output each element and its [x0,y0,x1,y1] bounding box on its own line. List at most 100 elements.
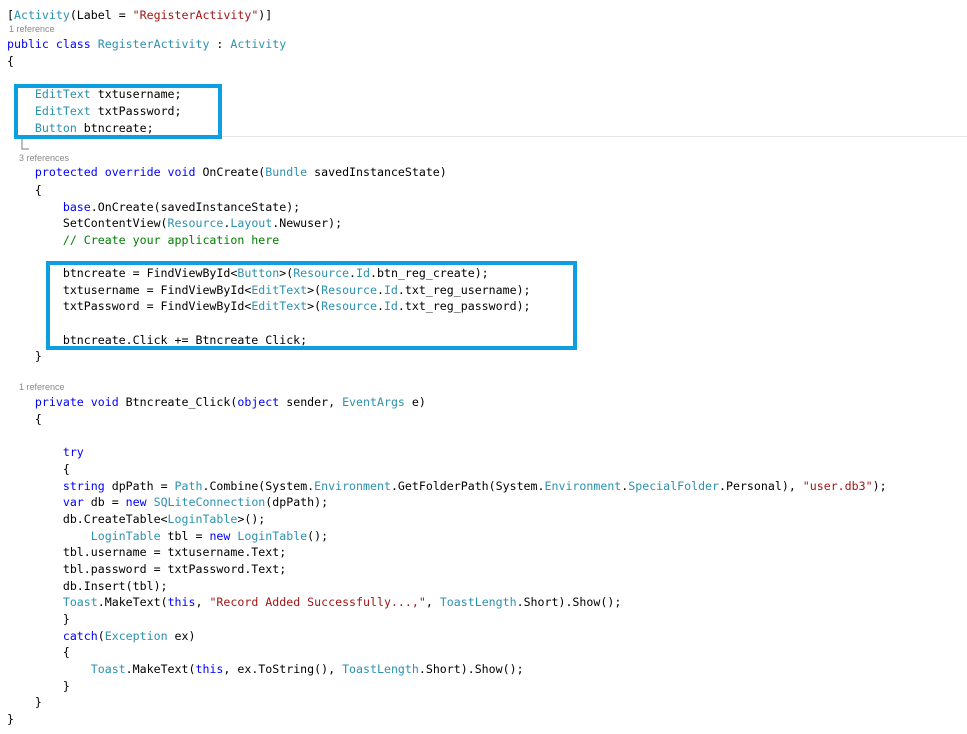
code-line: tbl.username = txtusername.Text; [7,544,286,561]
code-token: SQLiteConnection [154,495,266,509]
code-line: string dpPath = Path.Combine(System.Envi… [7,478,887,495]
code-token: .GetFolderPath(System. [391,479,545,493]
code-token: } [7,349,42,363]
code-line: Toast.MakeText(this, ex.ToString(), Toas… [7,661,524,678]
code-line: { [7,644,70,661]
code-token: this [168,595,196,609]
code-token: .Newuser); [272,216,342,230]
code-token: } [7,695,42,709]
code-token: LoginTable [168,512,238,526]
code-token: Environment [314,479,391,493]
code-token: Layout [230,216,272,230]
code-token: Activity [14,8,70,22]
code-token: tbl.username = txtusername.Text; [7,545,286,559]
code-line: { [7,53,14,70]
code-token: (dpPath); [265,495,328,509]
code-token: "user.db3" [803,479,873,493]
code-token: LoginTable [237,529,307,543]
reference-count-lens: 1 reference [9,382,65,393]
code-line: LoginTable tbl = new LoginTable(); [7,528,328,545]
code-token: private void [7,395,126,409]
code-token: EventArgs [342,395,405,409]
field-declarations-highlight [14,84,222,139]
code-token: sender, [279,395,342,409]
code-token: } [7,712,14,726]
code-token: public class [7,37,98,51]
code-token: { [7,54,14,68]
code-line: public class RegisterActivity : Activity [7,36,286,53]
code-token: , [426,595,440,609]
code-token: SetContentView( [7,216,168,230]
code-token: ); [873,479,887,493]
code-line: try [7,444,84,461]
code-line: } [7,694,42,711]
code-line: SetContentView(Resource.Layout.Newuser); [7,215,342,232]
reference-count-lens: 3 references [9,153,69,164]
code-line: // Create your application here [7,232,279,249]
code-line: { [7,182,42,199]
code-line: [Activity(Label = "RegisterActivity")] [7,7,272,24]
code-token: db.CreateTable< [7,512,168,526]
code-line: } [7,711,14,728]
code-token: object [237,395,279,409]
collapse-guide-icon [21,139,30,151]
code-token: { [7,183,42,197]
code-token: .MakeText( [98,595,168,609]
code-line: base.OnCreate(savedInstanceState); [7,199,300,216]
code-token: RegisterActivity [98,37,210,51]
code-editor[interactable]: [Activity(Label = "RegisterActivity")]1 … [0,0,967,734]
code-token: { [7,462,70,476]
code-token: new [126,495,154,509]
code-token: [ [7,8,14,22]
code-token: tbl = [161,529,210,543]
code-token: db.Insert(tbl); [7,579,168,593]
code-line: catch(Exception ex) [7,628,195,645]
code-token: .Short).Show(); [419,662,524,676]
code-token: string [7,479,105,493]
code-token: ToastLength [440,595,517,609]
code-token: : [209,37,230,51]
code-token: (); [307,529,328,543]
code-token: } [7,612,70,626]
code-token: { [7,412,42,426]
code-line: private void Btncreate_Click(object send… [7,394,426,411]
code-line: db.Insert(tbl); [7,578,168,595]
code-token: e) [405,395,426,409]
code-token: "Record Added Successfully...," [209,595,425,609]
code-token: Exception [105,629,168,643]
code-token: ( [98,629,105,643]
code-token: savedInstanceState) [307,165,447,179]
code-token: Btncreate_Click( [126,395,238,409]
code-token: ToastLength [342,662,419,676]
code-token: Toast [7,595,98,609]
code-token: { [7,645,70,659]
reference-count-lens: 1 reference [9,24,55,35]
code-token: , ex.ToString(), [223,662,342,676]
code-token: )] [258,8,272,22]
code-token: Activity [230,37,286,51]
code-line: { [7,411,42,428]
code-token: "RegisterActivity" [133,8,259,22]
code-token: new [209,529,237,543]
code-line: } [7,678,70,695]
code-token: LoginTable [7,529,161,543]
code-line: Toast.MakeText(this, "Record Added Succe… [7,594,621,611]
code-token: protected override void [7,165,202,179]
code-token: var [7,495,84,509]
code-line: } [7,348,42,365]
code-token: Resource [168,216,224,230]
code-token: (Label = [70,8,133,22]
code-token: , [195,595,209,609]
code-line: db.CreateTable<LoginTable>(); [7,511,265,528]
code-token: OnCreate( [202,165,265,179]
code-token: // Create your application here [7,233,279,247]
code-token: .Short).Show(); [517,595,622,609]
code-token: Bundle [265,165,307,179]
code-token: this [195,662,223,676]
code-token: Environment [545,479,622,493]
code-token: dpPath = [105,479,175,493]
code-token: tbl.password = txtPassword.Text; [7,562,286,576]
code-line: var db = new SQLiteConnection(dpPath); [7,494,328,511]
code-token: >(); [237,512,265,526]
code-token: SpecialFolder [628,479,719,493]
